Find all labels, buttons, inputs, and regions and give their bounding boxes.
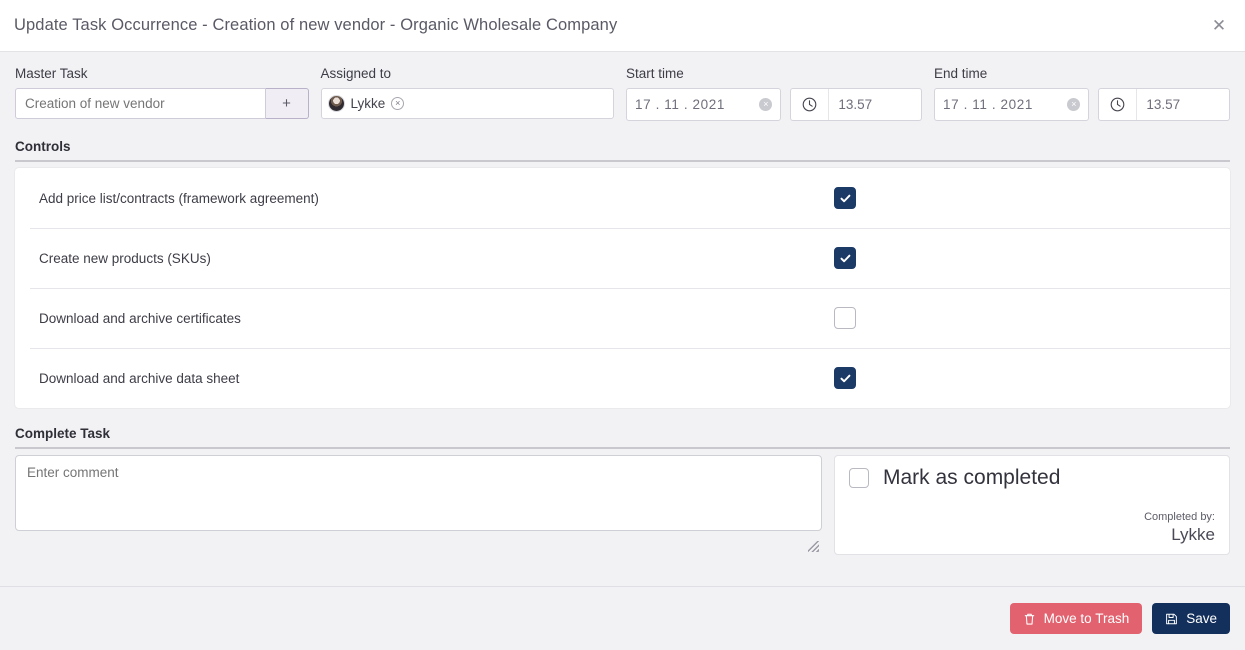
control-row: Download and archive data sheet	[15, 348, 1230, 408]
remove-assignee-icon[interactable]: ×	[391, 97, 404, 110]
control-label: Add price list/contracts (framework agre…	[39, 191, 834, 206]
controls-title: Controls	[15, 139, 1230, 160]
form-row: Master Task + Assigned to Lykke × Star	[15, 66, 1230, 121]
assignee-name: Lykke	[351, 96, 386, 111]
complete-task-title: Complete Task	[15, 426, 1230, 447]
controls-list: Add price list/contracts (framework agre…	[15, 168, 1230, 408]
end-time-label: End time	[934, 66, 1230, 81]
master-task-group: Master Task +	[15, 66, 309, 119]
controls-section: Controls Add price list/contracts (frame…	[15, 139, 1230, 408]
mark-as-completed-label: Mark as completed	[883, 466, 1060, 490]
resize-handle-icon[interactable]	[808, 541, 819, 552]
start-date-input[interactable]: 17 . 11 . 2021 ×	[626, 88, 781, 121]
mark-completed-card: Mark as completed Completed by: Lykke	[834, 455, 1230, 555]
mark-as-completed-checkbox[interactable]	[849, 468, 869, 488]
clock-icon	[1099, 89, 1137, 120]
assigned-to-group: Assigned to Lykke ×	[321, 66, 615, 119]
modal-header: Update Task Occurrence - Creation of new…	[0, 0, 1245, 52]
clear-start-date-icon[interactable]: ×	[759, 98, 772, 111]
control-checkbox[interactable]	[834, 367, 856, 389]
complete-task-divider	[15, 447, 1230, 449]
close-icon[interactable]: ✕	[1207, 14, 1231, 38]
start-time-input[interactable]: 13.57	[790, 88, 922, 121]
control-row: Add price list/contracts (framework agre…	[15, 168, 1230, 228]
start-time-group: Start time 17 . 11 . 2021 × 13.5	[626, 66, 922, 121]
update-task-occurrence-modal: Update Task Occurrence - Creation of new…	[0, 0, 1245, 650]
master-task-input[interactable]	[15, 88, 266, 119]
save-disk-icon	[1165, 612, 1178, 626]
modal-body: Master Task + Assigned to Lykke × Star	[0, 52, 1245, 586]
move-to-trash-button[interactable]: Move to Trash	[1010, 603, 1143, 634]
clock-icon	[791, 89, 829, 120]
assigned-to-field[interactable]: Lykke ×	[321, 88, 615, 119]
control-checkbox[interactable]	[834, 247, 856, 269]
controls-divider	[15, 160, 1230, 162]
add-master-task-button[interactable]: +	[266, 88, 309, 119]
end-time-value: 13.57	[1137, 89, 1229, 120]
page-title: Update Task Occurrence - Creation of new…	[14, 16, 617, 35]
mark-completed-row[interactable]: Mark as completed	[849, 466, 1215, 490]
avatar	[328, 95, 345, 112]
completed-by-name: Lykke	[849, 524, 1215, 546]
completed-by-label: Completed by:	[849, 510, 1215, 524]
complete-task-area: Mark as completed Completed by: Lykke	[15, 455, 1230, 555]
move-to-trash-label: Move to Trash	[1044, 611, 1130, 626]
control-checkbox[interactable]	[834, 187, 856, 209]
control-row: Download and archive certificates	[15, 288, 1230, 348]
assignee-chip[interactable]: Lykke ×	[328, 95, 405, 112]
clear-end-date-icon[interactable]: ×	[1067, 98, 1080, 111]
control-checkbox[interactable]	[834, 307, 856, 329]
control-row: Create new products (SKUs)	[15, 228, 1230, 288]
end-date-value: 17 . 11 . 2021	[943, 97, 1067, 112]
save-button[interactable]: Save	[1152, 603, 1230, 634]
end-time-input[interactable]: 13.57	[1098, 88, 1230, 121]
assigned-to-label: Assigned to	[321, 66, 615, 81]
complete-task-section: Complete Task Mark as completed Complete…	[15, 426, 1230, 555]
control-label: Create new products (SKUs)	[39, 251, 834, 266]
modal-footer: Move to Trash Save	[0, 586, 1245, 650]
end-date-input[interactable]: 17 . 11 . 2021 ×	[934, 88, 1089, 121]
control-label: Download and archive certificates	[39, 311, 834, 326]
comment-wrapper	[15, 455, 822, 555]
start-date-value: 17 . 11 . 2021	[635, 97, 759, 112]
comment-input[interactable]	[15, 455, 822, 531]
completed-by-block: Completed by: Lykke	[849, 510, 1215, 546]
control-label: Download and archive data sheet	[39, 371, 834, 386]
start-time-value: 13.57	[829, 89, 921, 120]
end-time-group: End time 17 . 11 . 2021 × 13.57	[934, 66, 1230, 121]
trash-icon	[1023, 612, 1036, 626]
master-task-label: Master Task	[15, 66, 309, 81]
save-label: Save	[1186, 611, 1217, 626]
start-time-label: Start time	[626, 66, 922, 81]
